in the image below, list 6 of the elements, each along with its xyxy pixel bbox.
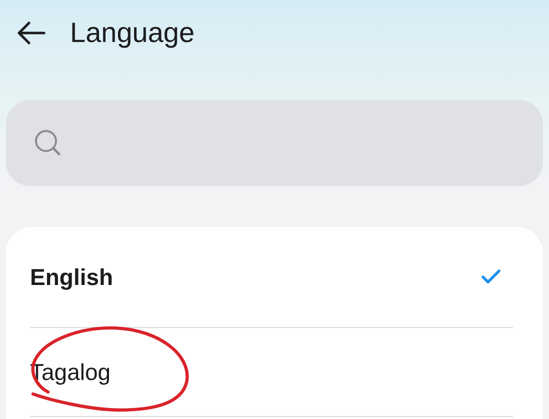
search-icon bbox=[34, 129, 62, 157]
checkmark-icon bbox=[481, 269, 501, 285]
page-title: Language bbox=[70, 17, 195, 49]
search-field[interactable] bbox=[6, 100, 543, 186]
language-option[interactable]: English bbox=[30, 227, 513, 328]
back-arrow-icon bbox=[16, 21, 46, 45]
